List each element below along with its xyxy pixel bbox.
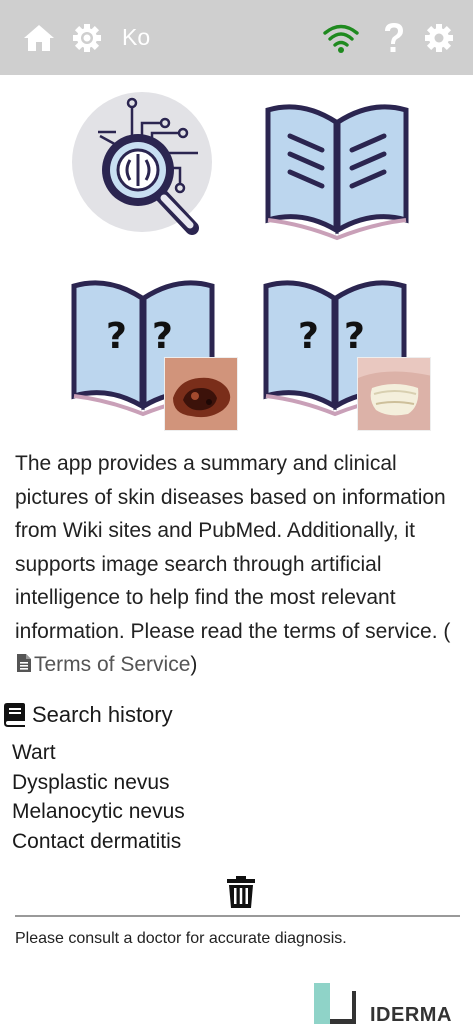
- home-button[interactable]: [22, 18, 56, 58]
- trash-icon: [227, 876, 255, 908]
- history-item[interactable]: Melanocytic nevus: [12, 797, 185, 827]
- question-icon: [385, 23, 403, 52]
- search-history-list: Wart Dysplastic nevus Melanocytic nevus …: [12, 738, 185, 856]
- svg-text:?: ?: [344, 316, 365, 357]
- terms-of-service-link[interactable]: Terms of Service: [34, 653, 190, 676]
- divider: [15, 915, 460, 917]
- clear-history-button[interactable]: [227, 876, 255, 908]
- wifi-icon: [323, 24, 359, 53]
- connection-status: [322, 18, 360, 58]
- ai-image-search-tile[interactable]: [70, 88, 230, 248]
- search-history-title: Search history: [32, 702, 173, 727]
- svg-text:?: ?: [298, 316, 319, 357]
- svg-text:?: ?: [152, 316, 173, 357]
- description-text: The app provides a summary and clinical …: [15, 452, 451, 643]
- gear-icon: [73, 24, 101, 52]
- top-bar: Ko: [0, 0, 473, 75]
- svg-text:?: ?: [106, 316, 127, 357]
- brand-name: IDERMA: [370, 1004, 452, 1024]
- disease-library-tile[interactable]: [262, 92, 422, 252]
- disclaimer-text: Please consult a doctor for accurate dia…: [15, 930, 347, 947]
- brand-logo: IDERMA: [314, 983, 473, 1024]
- melanoma-thumbnail: [164, 357, 238, 431]
- document-icon: [16, 650, 32, 684]
- home-icon: [24, 25, 54, 51]
- help-button[interactable]: [382, 18, 406, 58]
- ai-image-search-icon: [72, 92, 212, 235]
- search-history-header: Search history: [4, 702, 173, 728]
- close-paren: ): [190, 653, 198, 676]
- settings-menu-button[interactable]: [424, 18, 454, 58]
- nail-thumbnail: [357, 357, 431, 431]
- cog-icon: [425, 24, 453, 52]
- app-description: The app provides a summary and clinical …: [15, 447, 460, 684]
- history-item[interactable]: Wart: [12, 738, 185, 768]
- open-book-icon: [265, 104, 409, 241]
- history-item[interactable]: Dysplastic nevus: [12, 768, 185, 798]
- settings-button[interactable]: [72, 18, 102, 58]
- language-toggle[interactable]: Ko: [122, 24, 150, 51]
- brand-mark-icon: [314, 983, 356, 1024]
- history-item[interactable]: Contact dermatitis: [12, 827, 185, 857]
- book-icon: [4, 703, 25, 727]
